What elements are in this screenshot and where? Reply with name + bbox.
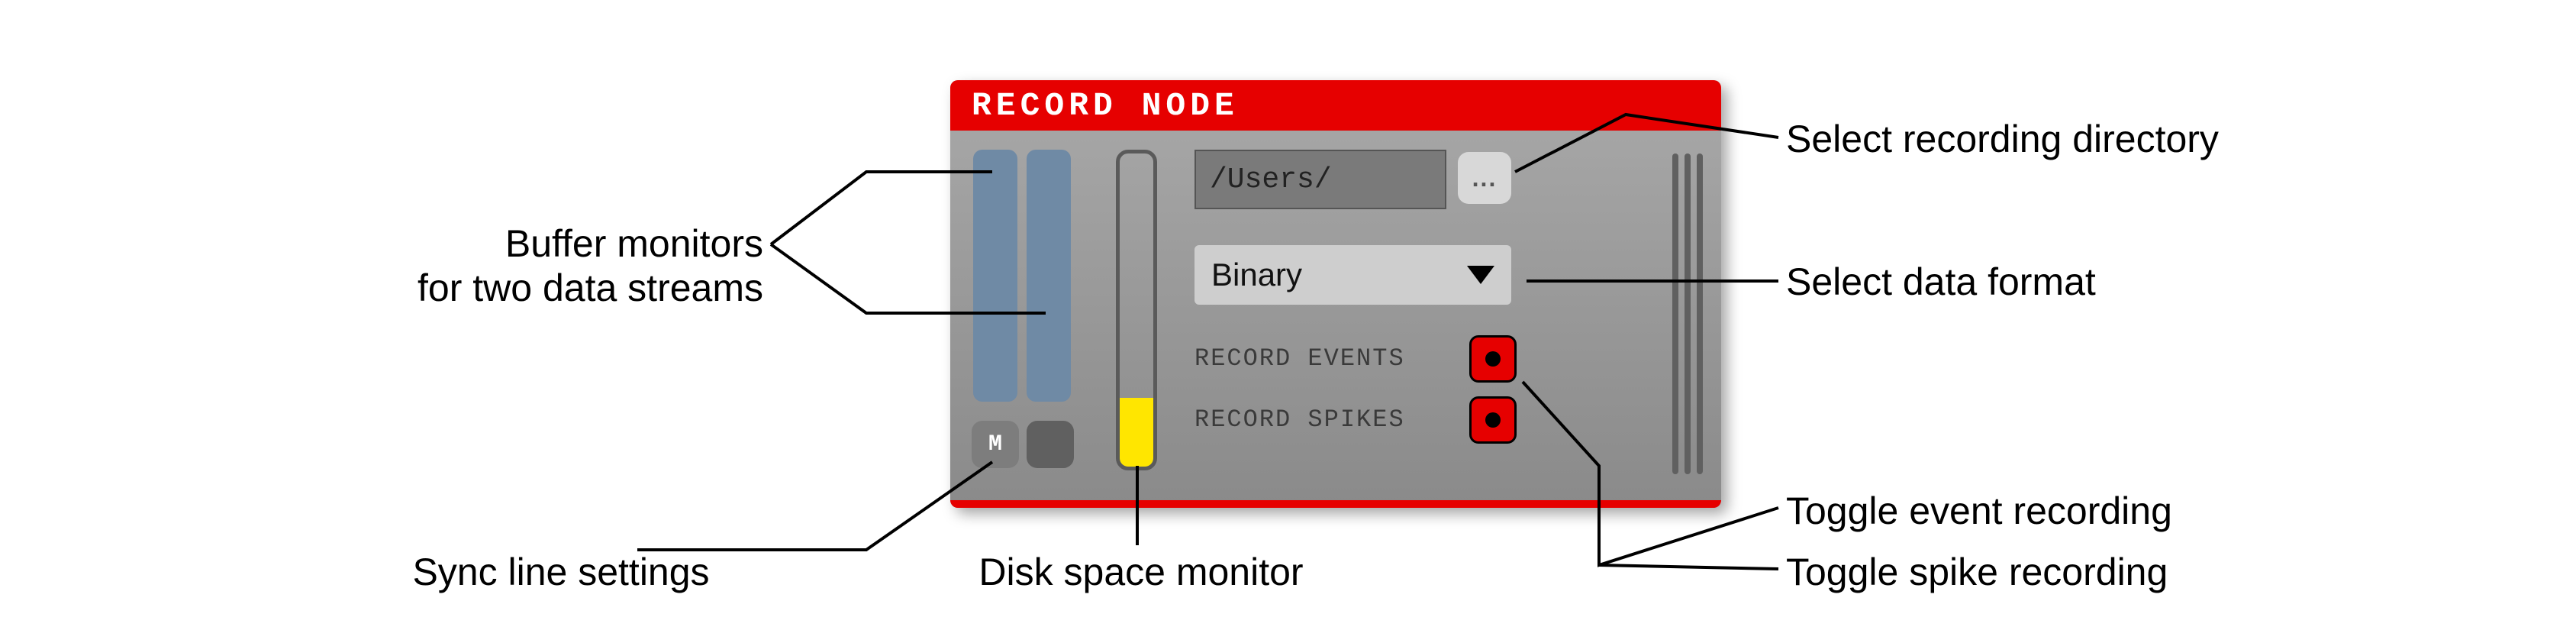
disk-space-monitor [1116, 150, 1157, 470]
record-node-panel: RECORD NODE M /Users/ ... Binary RECORD … [950, 80, 1721, 508]
record-spikes-label: RECORD SPIKES [1195, 405, 1405, 434]
annotation-buffer-monitors: Buffer monitors for two data streams [229, 221, 763, 310]
buffer-monitor-1 [973, 150, 1017, 402]
buffer-monitor-2 [1027, 150, 1071, 402]
sync-line-main-button[interactable]: M [972, 421, 1019, 468]
side-handle-icon [1672, 153, 1710, 474]
annotation-sync-line: Sync line settings [401, 550, 721, 594]
data-format-value: Binary [1211, 257, 1302, 293]
data-format-select[interactable]: Binary [1195, 245, 1511, 305]
browse-directory-button[interactable]: ... [1458, 152, 1511, 204]
panel-body: M /Users/ ... Binary RECORD EVENTS RECOR… [950, 131, 1721, 508]
sync-line-secondary-button[interactable] [1027, 421, 1074, 468]
record-events-label: RECORD EVENTS [1195, 344, 1405, 373]
chevron-down-icon [1467, 266, 1494, 284]
annotation-spikes: Toggle spike recording [1786, 550, 2168, 594]
record-spikes-toggle[interactable] [1469, 396, 1517, 444]
record-events-toggle[interactable] [1469, 335, 1517, 383]
recording-directory-field[interactable]: /Users/ [1195, 150, 1446, 209]
annotation-disk-space: Disk space monitor [950, 550, 1332, 594]
record-dot-icon [1485, 351, 1501, 367]
record-dot-icon [1485, 412, 1501, 428]
annotation-format: Select data format [1786, 260, 2096, 304]
annotation-events: Toggle event recording [1786, 489, 2172, 533]
panel-title: RECORD NODE [950, 80, 1721, 131]
disk-space-fill [1120, 398, 1153, 467]
annotation-directory: Select recording directory [1786, 117, 2219, 161]
